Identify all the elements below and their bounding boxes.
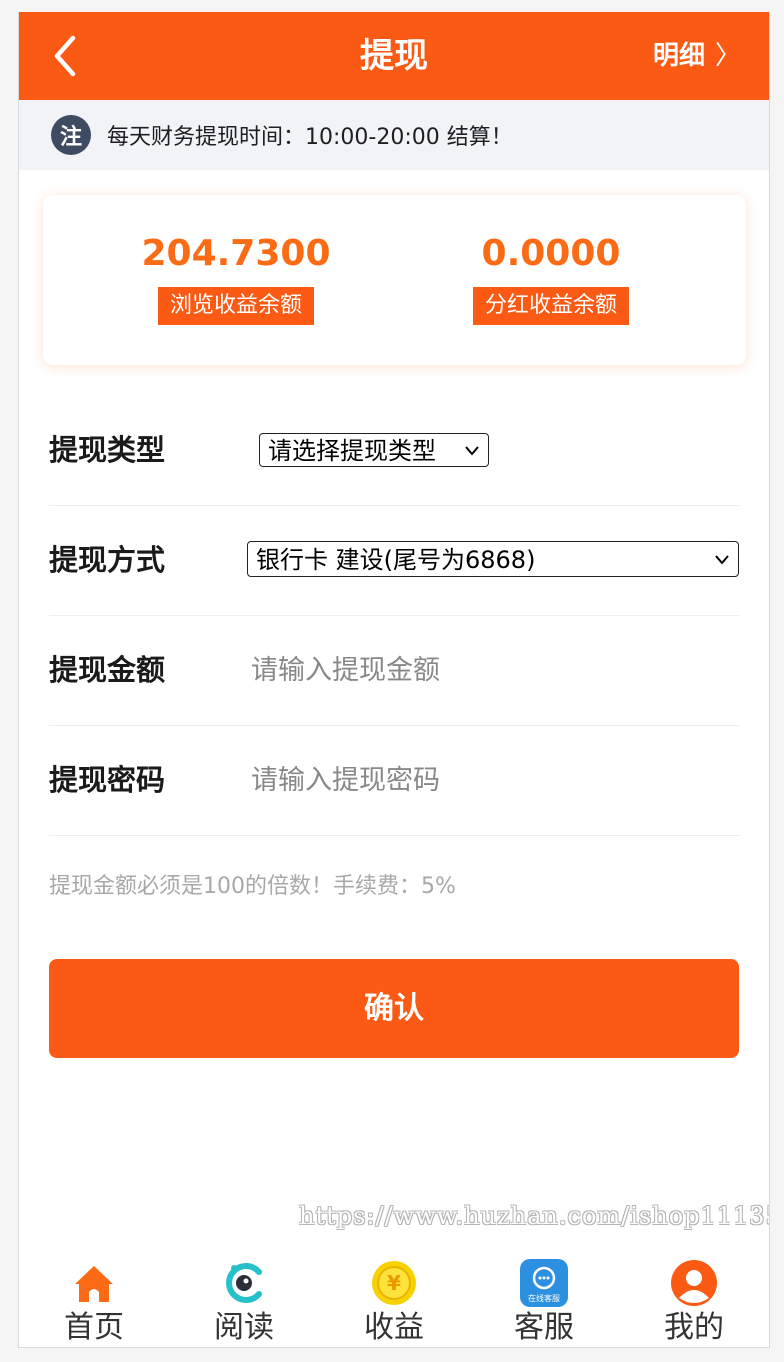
withdraw-password-row: 提现密码 [49, 725, 739, 836]
browse-balance-label: 浏览收益余额 [157, 287, 314, 325]
withdraw-password-label: 提现密码 [49, 763, 166, 797]
dividend-balance-value: 0.0000 [481, 233, 621, 274]
customer-service-icon-text: 在线客服 [528, 1293, 560, 1303]
dividend-balance-label: 分红收益余额 [472, 287, 629, 325]
withdraw-type-label: 提现类型 [49, 433, 166, 467]
tab-read[interactable]: 阅读 [169, 1252, 319, 1347]
bottom-tab-bar: 首页 阅读 ¥ 收益 在线客服 客服 我的 [19, 1252, 769, 1347]
dividend-balance: 0.0000 分红收益余额 [376, 195, 726, 325]
notice-text: 每天财务提现时间：10:00-20:00 结算！ [107, 125, 513, 150]
tab-service-label: 客服 [514, 1310, 574, 1345]
withdraw-type-select[interactable]: 请选择提现类型 [259, 433, 489, 467]
withdraw-method-select[interactable]: 银行卡 建设(尾号为6868) [247, 541, 739, 577]
watermark-text: https://www.huzhan.com/ishop11135 [299, 1202, 770, 1230]
confirm-button[interactable]: 确认 [49, 959, 739, 1058]
chevron-right-icon: 〉 [714, 41, 741, 71]
withdraw-amount-input[interactable] [251, 650, 721, 690]
tab-home-label: 首页 [64, 1310, 124, 1345]
notice-badge: 注 [51, 115, 91, 155]
home-icon [75, 1266, 113, 1302]
withdraw-type-select-value: 请选择提现类型 [268, 437, 436, 465]
tab-home[interactable]: 首页 [19, 1252, 169, 1347]
tab-earnings-label: 收益 [364, 1310, 424, 1345]
chevron-down-icon [714, 542, 730, 591]
svg-text:¥: ¥ [387, 1271, 401, 1295]
withdraw-amount-row: 提现金额 [49, 615, 739, 726]
withdraw-method-select-value: 银行卡 建设(尾号为6868) [256, 546, 536, 574]
withdraw-method-label: 提现方式 [49, 543, 166, 577]
browse-balance-value: 204.7300 [141, 233, 331, 274]
withdraw-amount-label: 提现金额 [49, 653, 166, 687]
chevron-down-icon [464, 434, 480, 480]
detail-link[interactable]: 明细〉 [653, 36, 741, 76]
customer-service-icon: 在线客服 [520, 1259, 568, 1307]
notice-bar: 注 每天财务提现时间：10:00-20:00 结算！ [19, 100, 769, 170]
tab-mine-label: 我的 [664, 1310, 724, 1345]
withdraw-method-row: 提现方式 银行卡 建设(尾号为6868) [49, 505, 739, 616]
tab-earnings[interactable]: ¥ 收益 [319, 1252, 469, 1347]
withdraw-page: 提现 明细〉 注 每天财务提现时间：10:00-20:00 结算！ 204.73… [18, 12, 770, 1348]
tab-service[interactable]: 在线客服 客服 [469, 1252, 619, 1347]
back-button[interactable] [47, 32, 87, 80]
browse-balance: 204.7300 浏览收益余额 [61, 195, 411, 325]
detail-label: 明细 [652, 41, 705, 71]
read-eye-icon [226, 1263, 262, 1303]
tab-mine[interactable]: 我的 [619, 1252, 769, 1347]
top-nav-bar: 提现 明细〉 [19, 12, 769, 100]
balance-card: 204.7300 浏览收益余额 0.0000 分红收益余额 [43, 195, 746, 365]
user-profile-icon [671, 1260, 717, 1306]
withdraw-password-input[interactable] [251, 760, 721, 800]
chevron-left-icon [54, 35, 76, 77]
withdraw-hint: 提现金额必须是100的倍数！手续费：5% [49, 874, 456, 899]
tab-read-label: 阅读 [214, 1310, 274, 1345]
yen-coin-icon: ¥ [372, 1261, 416, 1305]
withdraw-type-row: 提现类型 请选择提现类型 [49, 395, 739, 506]
